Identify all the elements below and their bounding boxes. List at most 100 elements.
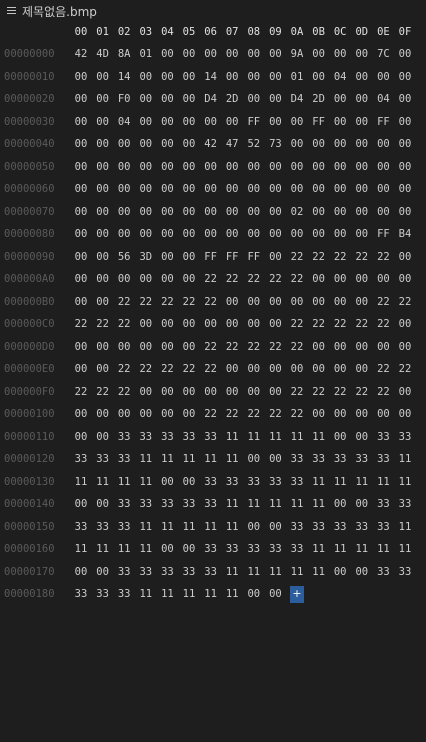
- byte-cell[interactable]: 00: [179, 88, 199, 110]
- byte-cell[interactable]: 11: [179, 516, 199, 538]
- byte-cell[interactable]: 33: [71, 516, 91, 538]
- byte-cell[interactable]: 11: [309, 538, 329, 560]
- byte-cell[interactable]: 33: [244, 471, 264, 493]
- byte-cell[interactable]: 11: [222, 583, 242, 605]
- byte-cell[interactable]: 00: [179, 268, 199, 290]
- byte-cell[interactable]: 22: [114, 291, 134, 313]
- byte-cell[interactable]: 11: [287, 493, 307, 515]
- byte-cell[interactable]: 00: [222, 201, 242, 223]
- byte-cell[interactable]: 00: [179, 201, 199, 223]
- byte-cell[interactable]: 00: [114, 133, 134, 155]
- byte-cell[interactable]: 00: [330, 268, 350, 290]
- byte-cell[interactable]: 33: [330, 516, 350, 538]
- byte-cell[interactable]: 33: [201, 471, 221, 493]
- byte-cell[interactable]: 00: [244, 223, 264, 245]
- byte-cell[interactable]: 33: [114, 583, 134, 605]
- byte-cell[interactable]: 00: [222, 381, 242, 403]
- byte-cell[interactable]: 00: [71, 201, 91, 223]
- byte-cell[interactable]: 22: [395, 291, 415, 313]
- byte-cell[interactable]: 22: [265, 268, 285, 290]
- byte-cell[interactable]: 00: [352, 268, 372, 290]
- byte-cell[interactable]: 14: [201, 66, 221, 88]
- byte-cell[interactable]: 00: [265, 178, 285, 200]
- byte-cell[interactable]: 00: [352, 426, 372, 448]
- byte-cell[interactable]: 00: [265, 201, 285, 223]
- byte-cell[interactable]: 22: [179, 291, 199, 313]
- byte-cell[interactable]: 00: [309, 43, 329, 65]
- byte-cell[interactable]: 00: [395, 201, 415, 223]
- byte-cell[interactable]: 00: [157, 43, 177, 65]
- byte-cell[interactable]: 00: [373, 403, 393, 425]
- byte-cell[interactable]: 00: [309, 201, 329, 223]
- byte-cell[interactable]: 22: [201, 268, 221, 290]
- byte-cell[interactable]: 00: [114, 223, 134, 245]
- byte-cell[interactable]: 00: [179, 133, 199, 155]
- byte-cell[interactable]: 00: [71, 223, 91, 245]
- byte-cell[interactable]: 11: [244, 561, 264, 583]
- byte-cell[interactable]: 00: [136, 133, 156, 155]
- byte-cell[interactable]: FF: [244, 111, 264, 133]
- byte-cell[interactable]: 00: [352, 88, 372, 110]
- byte-cell[interactable]: 00: [352, 133, 372, 155]
- byte-cell[interactable]: 11: [93, 538, 113, 560]
- byte-cell[interactable]: 00: [330, 43, 350, 65]
- byte-cell[interactable]: 00: [157, 178, 177, 200]
- byte-cell[interactable]: 00: [287, 358, 307, 380]
- byte-cell[interactable]: 33: [201, 493, 221, 515]
- byte-cell[interactable]: 33: [93, 583, 113, 605]
- byte-cell[interactable]: 00: [265, 66, 285, 88]
- byte-cell[interactable]: 00: [157, 201, 177, 223]
- byte-cell[interactable]: 00: [222, 313, 242, 335]
- byte-cell[interactable]: 00: [309, 403, 329, 425]
- byte-cell[interactable]: 22: [222, 403, 242, 425]
- byte-cell[interactable]: 00: [71, 493, 91, 515]
- byte-cell[interactable]: 00: [309, 178, 329, 200]
- byte-cell[interactable]: 22: [93, 313, 113, 335]
- byte-cell[interactable]: 11: [265, 561, 285, 583]
- byte-cell[interactable]: 00: [179, 538, 199, 560]
- byte-cell[interactable]: 00: [222, 291, 242, 313]
- byte-cell[interactable]: 11: [265, 426, 285, 448]
- byte-cell[interactable]: 22: [136, 358, 156, 380]
- byte-cell[interactable]: 00: [114, 178, 134, 200]
- byte-cell[interactable]: 33: [222, 471, 242, 493]
- byte-cell[interactable]: 00: [136, 66, 156, 88]
- byte-cell[interactable]: 00: [287, 133, 307, 155]
- byte-cell[interactable]: 00: [71, 133, 91, 155]
- byte-cell[interactable]: 00: [157, 313, 177, 335]
- byte-cell[interactable]: 33: [136, 561, 156, 583]
- byte-cell[interactable]: 00: [265, 111, 285, 133]
- byte-cell[interactable]: 00: [93, 358, 113, 380]
- byte-cell[interactable]: 00: [201, 156, 221, 178]
- byte-cell[interactable]: 00: [93, 268, 113, 290]
- byte-cell[interactable]: F0: [114, 88, 134, 110]
- byte-cell[interactable]: 11: [222, 426, 242, 448]
- byte-cell[interactable]: 33: [373, 426, 393, 448]
- byte-cell[interactable]: 33: [179, 426, 199, 448]
- byte-cell[interactable]: 00: [157, 111, 177, 133]
- byte-cell[interactable]: 11: [222, 561, 242, 583]
- byte-cell[interactable]: 11: [114, 471, 134, 493]
- byte-cell[interactable]: 00: [352, 66, 372, 88]
- byte-cell[interactable]: 22: [244, 336, 264, 358]
- byte-cell[interactable]: 00: [114, 201, 134, 223]
- byte-cell[interactable]: 00: [395, 43, 415, 65]
- byte-cell[interactable]: 9A: [287, 43, 307, 65]
- byte-cell[interactable]: 00: [93, 66, 113, 88]
- byte-cell[interactable]: 00: [71, 66, 91, 88]
- byte-cell[interactable]: 11: [309, 426, 329, 448]
- byte-cell[interactable]: 33: [93, 448, 113, 470]
- byte-cell[interactable]: 00: [157, 246, 177, 268]
- byte-cell[interactable]: 00: [330, 88, 350, 110]
- byte-cell[interactable]: 11: [201, 448, 221, 470]
- byte-cell[interactable]: 00: [330, 156, 350, 178]
- byte-cell[interactable]: 02: [287, 201, 307, 223]
- byte-cell[interactable]: 33: [244, 538, 264, 560]
- byte-cell[interactable]: 42: [71, 43, 91, 65]
- byte-cell[interactable]: 00: [157, 336, 177, 358]
- byte-cell[interactable]: 22: [244, 403, 264, 425]
- byte-cell[interactable]: 00: [201, 313, 221, 335]
- byte-cell[interactable]: 00: [93, 223, 113, 245]
- byte-cell[interactable]: 11: [330, 538, 350, 560]
- byte-cell[interactable]: 33: [330, 448, 350, 470]
